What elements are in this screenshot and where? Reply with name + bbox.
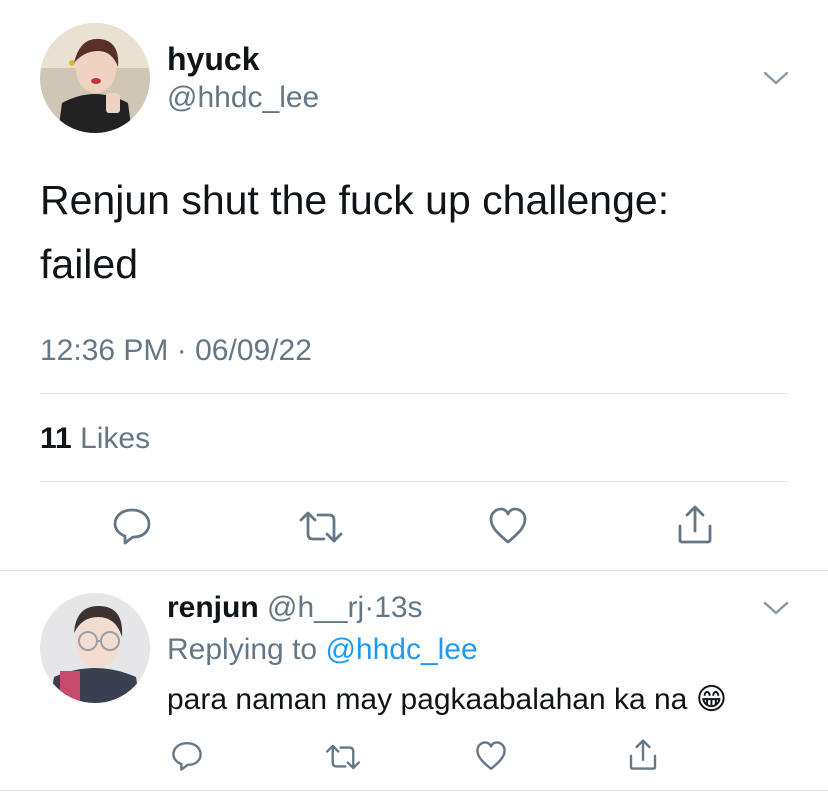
likes-count: 11 xyxy=(40,422,72,455)
chevron-down-icon[interactable] xyxy=(762,598,790,618)
replying-to-line: Replying to @hhdc_lee xyxy=(167,632,478,668)
avatar[interactable] xyxy=(40,23,150,133)
share-icon[interactable] xyxy=(675,504,715,546)
replying-to-handle[interactable]: @hhdc_lee xyxy=(325,633,477,666)
reply-handle[interactable]: @h__rj xyxy=(267,591,364,624)
retweet-icon[interactable] xyxy=(324,742,362,772)
tweet-time: 12:36 PM xyxy=(40,334,169,367)
divider xyxy=(0,570,828,571)
reply-display-name[interactable]: renjun xyxy=(167,591,259,624)
replying-to-label: Replying to xyxy=(167,633,318,666)
comment-icon[interactable] xyxy=(170,740,204,772)
author-handle[interactable]: @hhdc_lee xyxy=(167,80,319,116)
heart-icon[interactable] xyxy=(474,740,508,772)
author-display-name[interactable]: hyuck xyxy=(167,41,259,77)
reply-avatar[interactable] xyxy=(40,593,150,703)
grinning-emoji: 😁 xyxy=(695,683,727,716)
chevron-down-icon[interactable] xyxy=(762,68,790,88)
timestamp-separator: · xyxy=(176,334,187,367)
reply-text-content: para naman may pagkaabalahan ka na xyxy=(167,683,688,716)
tweet-date: 06/09/22 xyxy=(195,334,312,367)
likes-count-row[interactable]: 11 Likes xyxy=(40,421,150,457)
divider xyxy=(40,481,788,482)
share-icon[interactable] xyxy=(627,738,659,772)
reply-age[interactable]: 13s xyxy=(374,591,422,624)
reply-separator: · xyxy=(364,591,375,624)
reply-header: renjun @h__rj·13s xyxy=(167,590,423,626)
divider xyxy=(40,393,788,394)
tweet-text: Renjun shut the fuck up challenge: faile… xyxy=(40,168,800,296)
heart-icon[interactable] xyxy=(487,506,529,546)
comment-icon[interactable] xyxy=(111,506,153,546)
tweet-text-line: failed xyxy=(40,241,139,287)
retweet-icon[interactable] xyxy=(297,508,345,546)
reply-text: para naman may pagkaabalahan ka na 😁 xyxy=(167,682,727,718)
likes-label: Likes xyxy=(80,422,151,455)
tweet-text-line: Renjun shut the fuck up challenge: xyxy=(40,177,670,223)
tweet-timestamp[interactable]: 12:36 PM · 06/09/22 xyxy=(40,333,312,369)
divider xyxy=(0,790,828,791)
